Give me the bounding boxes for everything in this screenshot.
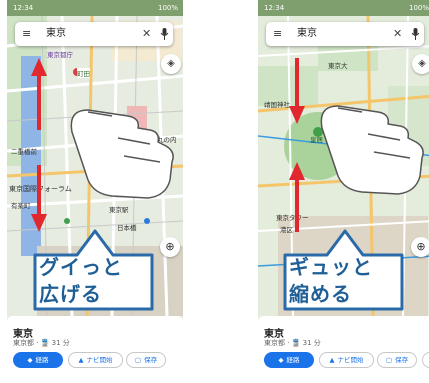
map-label: 東京国際フォーラム (9, 185, 72, 193)
map-label: 皇居 (310, 136, 323, 144)
mic-icon[interactable] (411, 27, 420, 41)
bookmark-icon: ▢ (385, 356, 393, 364)
route-label: 経路 (286, 356, 300, 364)
navigate-icon: ▲ (78, 356, 84, 364)
map-label: 丸の内 (157, 136, 177, 144)
status-battery: 100% (408, 4, 429, 12)
menu-icon[interactable]: ≡ (22, 27, 31, 41)
navigate-label: ナビ開始 (337, 356, 364, 364)
route-button[interactable]: ◆ 経路 (264, 352, 314, 368)
map-label: 二重橋前 (11, 148, 37, 156)
map-label: 東京駅 (109, 206, 129, 214)
place-sheet[interactable]: 東京 東京都 · 🚆 31 分 ◆ 経路 ▲ ナビ開始 ▢ 保存 (7, 316, 183, 383)
search-query[interactable]: 東京 (297, 28, 317, 40)
gesture-callout-spread: グイっと 広げる (33, 229, 154, 311)
save-label: 保存 (395, 356, 409, 364)
save-label: 保存 (144, 356, 158, 364)
my-location-icon[interactable]: ⊕ (411, 237, 429, 257)
phone-screenshot-right: 12:34 100% 東京大 靖国神社 皇居 東京タワー 港区 ≡ 東京 ✕ ◈… (258, 0, 429, 383)
close-icon[interactable]: ✕ (393, 27, 402, 41)
callout-line-2: 縮める (289, 282, 352, 306)
share-button[interactable]: < (422, 352, 429, 368)
map-label: 東京都庁 (47, 51, 73, 59)
search-bar[interactable]: ≡ 東京 ✕ (15, 22, 173, 46)
navigate-label: ナビ開始 (86, 356, 113, 364)
callout-line-1: グイっと (39, 255, 123, 279)
map-label: 東京タワー (276, 214, 309, 222)
directions-icon: ◆ (27, 356, 33, 364)
layers-icon[interactable]: ◈ (161, 54, 181, 74)
mic-icon[interactable] (160, 27, 169, 41)
map-label: 靖国神社 (264, 101, 290, 109)
place-subtitle: 東京都 · 🚆 31 分 (264, 339, 321, 347)
search-bar[interactable]: ≡ 東京 ✕ (266, 22, 424, 46)
bookmark-icon: ▢ (134, 356, 142, 364)
place-sheet[interactable]: 東京 東京都 · 🚆 31 分 ◆経路 ▲ナビ開始 ▢保存 < (258, 316, 429, 383)
navigate-button[interactable]: ▲ ナビ開始 (68, 352, 123, 368)
map-label: 町田 (77, 68, 90, 78)
route-label: 経路 (35, 356, 49, 364)
status-bar: 12:34 100% (7, 0, 183, 16)
search-query[interactable]: 東京 (46, 28, 66, 40)
directions-icon: ◆ (278, 356, 284, 364)
route-button[interactable]: ◆ 経路 (13, 352, 63, 368)
place-subtitle: 東京都 · 🚆 31 分 (13, 339, 70, 347)
navigate-icon: ▲ (329, 356, 335, 364)
close-icon[interactable]: ✕ (142, 27, 151, 41)
navigate-button[interactable]: ▲ ナビ開始 (319, 352, 374, 368)
menu-icon[interactable]: ≡ (273, 27, 282, 41)
gesture-callout-pinch: ギュッと 縮める (283, 229, 404, 311)
status-time: 12:34 (264, 4, 285, 12)
map-label: 東京大 (328, 62, 348, 70)
my-location-icon[interactable]: ⊕ (160, 237, 180, 257)
status-bar: 12:34 100% (258, 0, 429, 16)
save-button[interactable]: ▢ 保存 (126, 352, 166, 368)
map-label: 有楽町 (11, 202, 31, 210)
callout-line-2: 広げる (39, 282, 102, 306)
layers-icon[interactable]: ◈ (412, 54, 429, 74)
save-button[interactable]: ▢ 保存 (377, 352, 417, 368)
status-time: 12:34 (13, 4, 34, 12)
phone-screenshot-left: 12:34 100% 東京都庁 町田 二重橋前 東京国際フォーラム 有楽町 東京… (7, 0, 183, 383)
callout-line-1: ギュッと (289, 255, 373, 279)
status-battery: 100% (157, 4, 178, 12)
